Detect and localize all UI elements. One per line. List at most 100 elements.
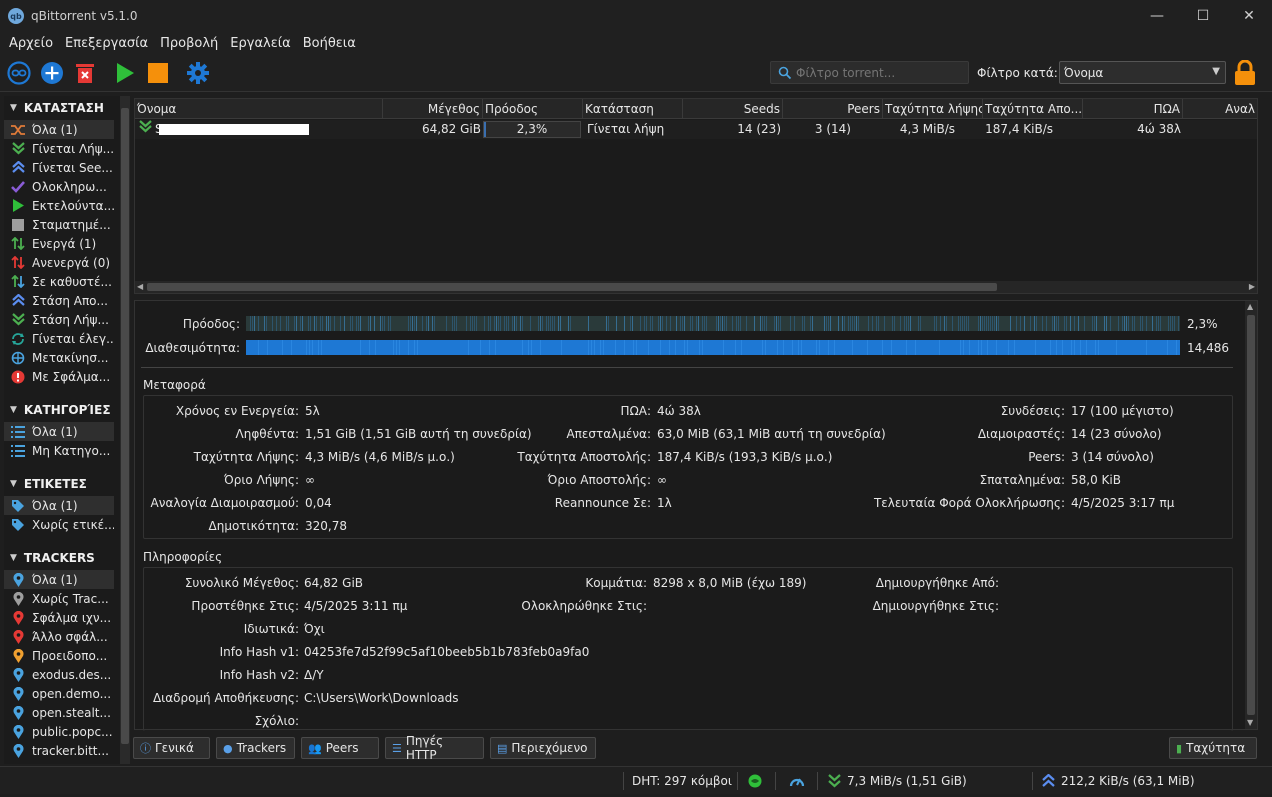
status-item[interactable]: Με Σφάλμα... bbox=[4, 367, 114, 386]
list-h-scroll-thumb[interactable] bbox=[147, 283, 997, 291]
sidebar-scrollbar[interactable] bbox=[120, 96, 130, 764]
upload-speed-status[interactable]: 212,2 KiB/s (63,1 MiB) bbox=[1042, 772, 1195, 790]
stop-icon[interactable] bbox=[146, 61, 170, 85]
status-item[interactable]: Ανενεργά (0) bbox=[4, 253, 114, 272]
status-item[interactable]: Όλα (1) bbox=[4, 120, 114, 139]
add-torrent-link-icon[interactable] bbox=[7, 61, 31, 85]
menu-help[interactable]: Βοήθεια bbox=[297, 36, 362, 51]
tracker-item[interactable]: Προειδοπο... bbox=[4, 646, 114, 665]
status-item[interactable]: Στάση Απο... bbox=[4, 291, 114, 310]
tracker-item[interactable]: Χωρίς Trac... bbox=[4, 589, 114, 608]
details-v-scrollbar[interactable]: ▲ ▼ bbox=[1245, 301, 1257, 729]
download-speed-status[interactable]: 7,3 MiB/s (1,51 GiB) bbox=[828, 772, 967, 790]
col-down-speed[interactable]: Ταχύτητα λήψης bbox=[883, 99, 983, 119]
scroll-up-icon[interactable]: ▲ bbox=[1247, 301, 1253, 313]
field-label: Reannounce Σε: bbox=[554, 496, 651, 510]
scroll-right-icon[interactable]: ▶ bbox=[1249, 281, 1255, 293]
tracker-item[interactable]: Άλλο σφάλ... bbox=[4, 627, 114, 646]
scroll-left-icon[interactable]: ◀ bbox=[137, 281, 143, 293]
close-button[interactable]: ✕ bbox=[1226, 0, 1272, 32]
col-size[interactable]: Μέγεθος bbox=[383, 99, 483, 119]
col-ratio[interactable]: Αναλ bbox=[1183, 99, 1257, 119]
tab-content[interactable]: ▤ Περιεχόμενο bbox=[490, 737, 596, 759]
table-row[interactable]: S 64,82 GiB 2,3% Γίνεται λήψη 14 (23) 3 … bbox=[135, 120, 1257, 139]
download-speed-text: 7,3 MiB/s (1,51 GiB) bbox=[847, 774, 967, 788]
tag-icon bbox=[11, 518, 25, 532]
details-scroll-thumb[interactable] bbox=[1247, 315, 1255, 715]
maximize-button[interactable]: ☐ bbox=[1180, 0, 1226, 32]
lock-icon[interactable] bbox=[1234, 59, 1256, 89]
tab-speed[interactable]: ▮ Ταχύτητα bbox=[1169, 737, 1257, 759]
tags-section-header[interactable]: ▼ ΕΤΙΚΕΤΕΣ bbox=[4, 472, 130, 496]
tab-http-sources[interactable]: ☰ Πηγές HTTP bbox=[385, 734, 484, 762]
download-icon bbox=[11, 142, 25, 156]
tracker-item[interactable]: Όλα (1) bbox=[4, 570, 114, 589]
category-item-all[interactable]: Όλα (1) bbox=[4, 422, 114, 441]
field-label: Ιδιωτικά: bbox=[243, 622, 299, 636]
connection-status-icon[interactable] bbox=[748, 772, 762, 790]
resume-icon[interactable] bbox=[113, 61, 137, 85]
status-item[interactable]: Στάση Λήψ... bbox=[4, 310, 114, 329]
col-eta[interactable]: ΠΩΑ bbox=[1083, 99, 1183, 119]
col-peers[interactable]: Peers bbox=[783, 99, 883, 119]
status-item[interactable]: Σταματημέ... bbox=[4, 215, 114, 234]
menu-edit[interactable]: Επεξεργασία bbox=[59, 36, 154, 51]
col-progress[interactable]: Πρόοδος bbox=[483, 99, 583, 119]
list-header: Όνομα Μέγεθος Πρόοδος Κατάσταση Seeds Pe… bbox=[135, 99, 1257, 119]
updown-stalled-icon bbox=[11, 275, 25, 289]
status-item[interactable]: Γίνεται See... bbox=[4, 158, 114, 177]
col-seeds[interactable]: Seeds bbox=[683, 99, 783, 119]
tracker-item[interactable]: open.stealt... bbox=[4, 703, 114, 722]
field-label: Προστέθηκε Στις: bbox=[191, 599, 299, 613]
filter-select[interactable]: Όνομα ▼ bbox=[1059, 61, 1226, 84]
shuffle-icon bbox=[11, 123, 25, 137]
tag-item-untagged[interactable]: Χωρίς ετικέ... bbox=[4, 515, 114, 534]
col-up-speed[interactable]: Ταχύτητα Απο... bbox=[983, 99, 1083, 119]
col-status[interactable]: Κατάσταση bbox=[583, 99, 683, 119]
details-panel: Πρόοδος: 2,3% Διαθεσιμότητα: 14,486 Μετα… bbox=[134, 300, 1258, 731]
options-gear-icon[interactable] bbox=[186, 61, 210, 85]
status-section-header[interactable]: ▼ ΚΑΤΑΣΤΑΣΗ bbox=[4, 96, 130, 120]
sidebar-scroll-thumb[interactable] bbox=[121, 108, 129, 744]
field-value: 64,82 GiB bbox=[304, 576, 364, 590]
tab-trackers[interactable]: ● Trackers bbox=[216, 737, 295, 759]
category-item-uncategorized[interactable]: Μη Κατηγο... bbox=[4, 441, 114, 460]
search-field[interactable] bbox=[770, 61, 969, 84]
minimize-button[interactable]: — bbox=[1134, 0, 1180, 32]
delete-icon[interactable] bbox=[73, 61, 97, 85]
field-label: Τελευταία Φορά Ολοκλήρωσης: bbox=[873, 496, 1065, 510]
status-item[interactable]: Μετακίνησ... bbox=[4, 348, 114, 367]
status-item[interactable]: Ενεργά (1) bbox=[4, 234, 114, 253]
list-h-scrollbar[interactable]: ◀ ▶ bbox=[135, 281, 1257, 293]
status-item[interactable]: Ολοκληρω... bbox=[4, 177, 114, 196]
menu-tools[interactable]: Εργαλεία bbox=[224, 36, 296, 51]
location-pin-icon bbox=[11, 572, 25, 587]
scroll-down-icon[interactable]: ▼ bbox=[1247, 717, 1253, 729]
tag-item-all[interactable]: Όλα (1) bbox=[4, 496, 114, 515]
tracker-item[interactable]: Σφάλμα ιχν... bbox=[4, 608, 114, 627]
tab-peers[interactable]: 👥 Peers bbox=[301, 737, 379, 759]
progress-text: 2,3% bbox=[516, 122, 548, 136]
status-item[interactable]: Γίνεται Λήψ... bbox=[4, 139, 114, 158]
divider bbox=[1032, 772, 1033, 790]
tracker-item[interactable]: exodus.des... bbox=[4, 665, 114, 684]
speed-limit-icon[interactable] bbox=[789, 772, 805, 790]
status-item[interactable]: Εκτελούντα... bbox=[4, 196, 114, 215]
menu-file[interactable]: Αρχείο bbox=[3, 36, 59, 51]
tab-content-label: Περιεχόμενο bbox=[511, 741, 588, 755]
add-torrent-icon[interactable] bbox=[40, 61, 64, 85]
field-value: 4/5/2025 3:17 πμ bbox=[1071, 496, 1175, 510]
trackers-section-header[interactable]: ▼ TRACKERS bbox=[4, 546, 130, 570]
search-input[interactable] bbox=[796, 65, 966, 80]
list-icon bbox=[11, 444, 25, 458]
field-value: 320,78 bbox=[305, 519, 347, 533]
tracker-item[interactable]: open.demo... bbox=[4, 684, 114, 703]
status-item[interactable]: Γίνεται έλεγ... bbox=[4, 329, 114, 348]
chevron-down-icon: ▼ bbox=[10, 103, 17, 113]
status-item[interactable]: Σε καθυστέ... bbox=[4, 272, 114, 291]
status-item-label: Στάση Λήψ... bbox=[32, 312, 109, 327]
col-name[interactable]: Όνομα bbox=[135, 99, 383, 119]
categories-section-header[interactable]: ▼ ΚΑΤΗΓΟΡΊΕΣ bbox=[4, 398, 130, 422]
menu-view[interactable]: Προβολή bbox=[154, 36, 224, 51]
tab-general[interactable]: ⓘ Γενικά bbox=[133, 737, 210, 759]
